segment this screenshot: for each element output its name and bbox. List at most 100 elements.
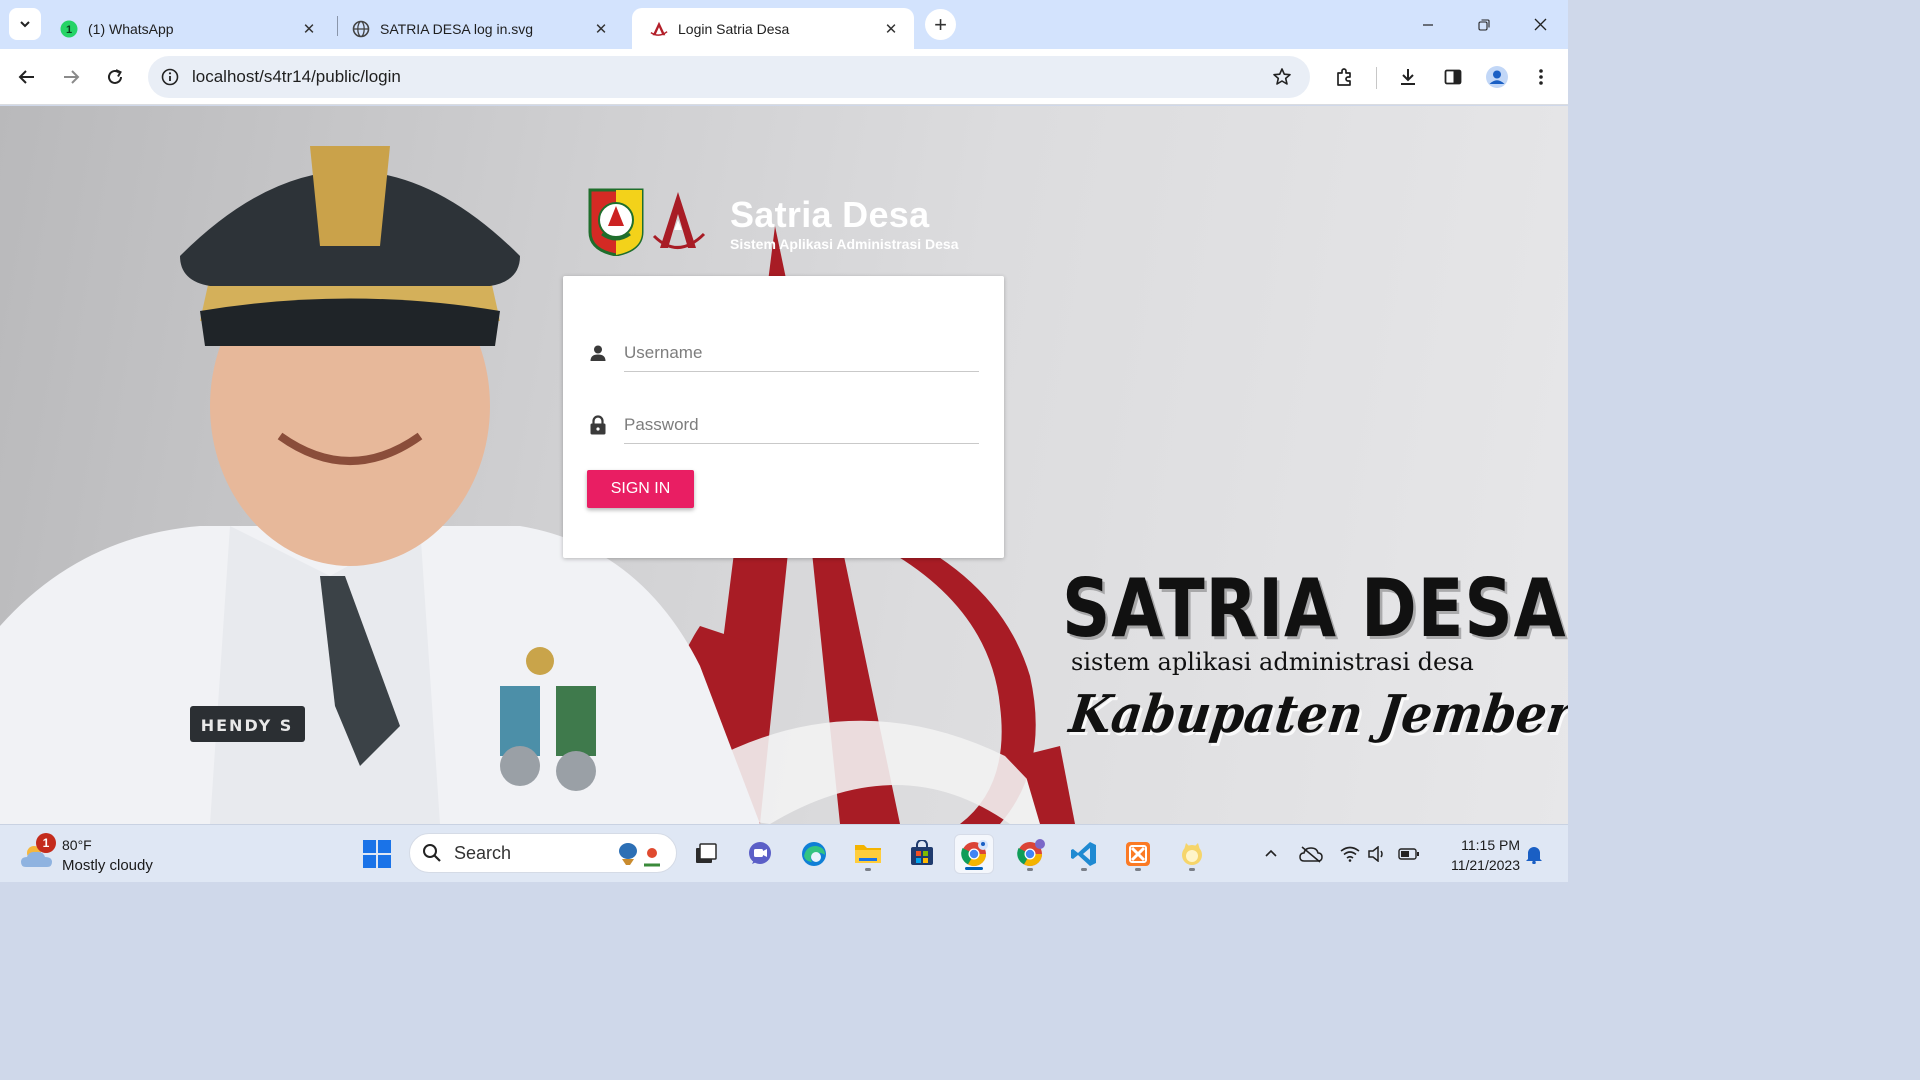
brand-title: Satria Desa [730, 194, 930, 235]
running-indicator [865, 868, 871, 871]
chrome-icon [961, 840, 988, 867]
volume-tray[interactable] [1364, 841, 1390, 867]
running-indicator [1189, 868, 1195, 871]
store-button[interactable] [902, 834, 942, 874]
brand-subtitle: Sistem Aplikasi Administrasi Desa [730, 236, 959, 252]
new-tab-button[interactable]: + [925, 9, 956, 40]
navicat-icon [1182, 843, 1202, 865]
xampp-button[interactable] [1118, 834, 1158, 874]
close-icon [1534, 18, 1546, 31]
address-bar[interactable]: localhost/s4tr14/public/login [148, 56, 1310, 98]
teams-chat-button[interactable] [740, 834, 780, 874]
puzzle-icon [1337, 68, 1351, 86]
notifications-button[interactable] [1521, 841, 1547, 867]
arrow-left-icon [18, 70, 34, 84]
tab-satria-svg[interactable]: SATRIA DESA log in.svg ✕ [334, 8, 624, 49]
banner-title: SATRIA DESA [1062, 562, 1567, 655]
extensions-button[interactable] [1326, 59, 1362, 95]
person-icon [587, 342, 609, 364]
reload-button[interactable] [97, 59, 133, 95]
login-page: HENDY S Satria Desa Sistem Aplikasi Admi… [0, 106, 1568, 824]
chrome-profile-button[interactable] [1010, 834, 1050, 874]
running-indicator [965, 867, 983, 870]
vscode-icon [1071, 842, 1096, 866]
tab-title: SATRIA DESA log in.svg [380, 20, 534, 37]
clock-time: 11:15 PM [1461, 837, 1520, 853]
speaker-icon [1368, 846, 1383, 862]
username-field [587, 326, 980, 376]
password-input[interactable] [624, 406, 979, 444]
banner-region: Kabupaten Jember [1066, 684, 1568, 745]
battery-tray[interactable] [1396, 841, 1422, 867]
satria-desa-logo [652, 192, 706, 249]
search-label: Search [454, 842, 512, 863]
tab-search-button[interactable] [9, 8, 41, 40]
tab-strip: 1 (1) WhatsApp ✕ SATRIA DESA log in.svg … [0, 0, 1568, 49]
close-icon[interactable]: ✕ [592, 20, 610, 38]
search-highlight-icon [619, 843, 660, 867]
folder-icon [855, 845, 881, 863]
task-view-icon [696, 843, 717, 863]
more-vert-icon [1539, 69, 1543, 85]
login-card: SIGN IN [563, 276, 1004, 558]
close-icon[interactable]: ✕ [882, 20, 900, 38]
navicat-button[interactable] [1172, 834, 1212, 874]
wifi-icon [1340, 846, 1360, 862]
minimize-button[interactable] [1400, 0, 1456, 49]
edge-button[interactable] [794, 834, 834, 874]
weather-temperature: 80°F [62, 837, 92, 853]
tab-whatsapp[interactable]: 1 (1) WhatsApp ✕ [42, 8, 332, 49]
onedrive-tray[interactable] [1298, 841, 1324, 867]
windows-taskbar: 1 80°F Mostly cloudy Search 11:15 PM 11/… [0, 824, 1568, 882]
edge-icon [802, 842, 826, 866]
back-button[interactable] [9, 59, 45, 95]
wifi-tray[interactable] [1337, 841, 1363, 867]
site-info-icon[interactable] [150, 68, 190, 86]
restore-icon [1478, 18, 1490, 31]
weather-widget[interactable]: 1 80°F Mostly cloudy [20, 833, 180, 877]
close-icon[interactable]: ✕ [300, 20, 318, 38]
url-text[interactable]: localhost/s4tr14/public/login [192, 67, 1262, 87]
running-indicator [1135, 868, 1141, 871]
tab-login-satria-desa[interactable]: Login Satria Desa ✕ [632, 8, 914, 49]
restore-button[interactable] [1456, 0, 1512, 49]
chrome-icon [1017, 839, 1045, 867]
windows-logo-icon [363, 840, 391, 868]
minimize-icon [1423, 23, 1433, 26]
reload-icon [108, 69, 122, 84]
side-panel-button[interactable] [1435, 59, 1471, 95]
plus-icon: + [934, 11, 947, 37]
cloud-offline-icon [1299, 846, 1323, 863]
browser-toolbar: localhost/s4tr14/public/login [0, 49, 1568, 105]
start-button[interactable] [360, 837, 394, 871]
bell-icon [1526, 847, 1542, 864]
close-window-button[interactable] [1512, 0, 1568, 49]
search-icon [410, 843, 454, 863]
chat-icon [749, 842, 771, 864]
chrome-button[interactable] [954, 834, 994, 874]
task-view-button[interactable] [686, 834, 726, 874]
lock-icon [587, 414, 609, 436]
sign-in-button[interactable]: SIGN IN [587, 470, 694, 508]
show-hidden-icons[interactable] [1258, 841, 1284, 867]
downloads-button[interactable] [1390, 59, 1426, 95]
toolbar-separator [1376, 67, 1377, 89]
profile-button[interactable] [1479, 59, 1515, 95]
username-input[interactable] [624, 334, 979, 372]
avatar-icon [1486, 66, 1508, 88]
forward-button[interactable] [53, 59, 89, 95]
notification-badge: 1 [36, 833, 56, 853]
system-clock[interactable]: 11:15 PM 11/21/2023 [1430, 835, 1520, 875]
file-explorer-button[interactable] [848, 834, 888, 874]
chevron-down-icon [20, 21, 30, 28]
vscode-button[interactable] [1064, 834, 1104, 874]
satria-logo-icon [650, 20, 668, 38]
running-indicator [1027, 868, 1033, 871]
bookmark-star-icon[interactable] [1262, 67, 1302, 87]
battery-icon [1398, 848, 1419, 860]
globe-icon [352, 20, 370, 38]
taskbar-search[interactable]: Search [409, 833, 677, 873]
clock-date: 11/21/2023 [1450, 857, 1520, 873]
menu-button[interactable] [1523, 59, 1559, 95]
arrow-right-icon [64, 70, 80, 84]
